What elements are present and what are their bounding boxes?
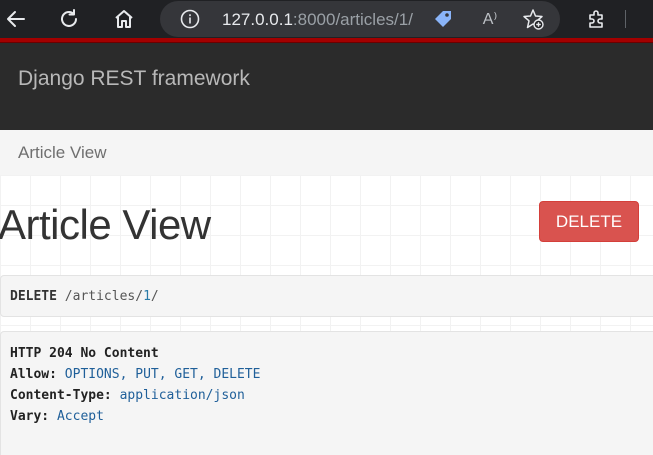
response-status-line: HTTP 204 No Content [10,346,159,361]
request-info: DELETE /articles/1/ [0,275,653,317]
site-navbar: Django REST framework [0,43,653,130]
tag-icon[interactable] [432,8,454,35]
request-path: /articles/1/ [65,289,159,304]
breadcrumb-item-article-view[interactable]: Article View [18,143,107,163]
home-icon [115,10,133,28]
read-aloud-button[interactable]: A⁾ [476,5,504,33]
request-line: DELETE /articles/1/ [10,289,159,304]
home-button[interactable] [110,5,138,33]
info-icon[interactable] [180,9,200,34]
brand-link[interactable]: Django REST framework [18,67,250,91]
read-aloud-icon: A⁾ [482,11,498,28]
page-title: Article View [0,201,211,248]
back-button[interactable] [2,5,30,33]
url-text[interactable]: 127.0.0.1:8000/articles/1/ [222,10,413,30]
extensions-button[interactable] [582,5,610,33]
toolbar-divider [625,10,626,28]
url-host: 127.0.0.1 [222,10,293,29]
breadcrumb: Article View [0,130,653,175]
header-value: Accept [56,409,104,424]
request-method: DELETE [10,289,57,304]
request-path-suffix: / [150,289,159,304]
reload-icon [61,9,77,27]
response-info: HTTP 204 No Content Allow: OPTIONS, PUT,… [0,331,653,455]
request-path-prefix: /articles/ [64,289,144,304]
delete-button[interactable]: DELETE [539,201,639,242]
url-path: :8000/articles/1/ [292,10,413,29]
back-arrow-icon [7,11,25,27]
add-favorite-button[interactable] [519,5,547,33]
response-header-vary: Vary: Accept [10,409,104,424]
reload-button[interactable] [55,5,83,33]
header-key: Allow: [10,367,57,382]
extensions-icon [589,10,603,28]
header-key: Vary: [10,409,50,424]
header-key: Content-Type: [10,388,112,403]
response-header-content-type: Content-Type: application/json [10,388,245,403]
header-value: application/json [119,388,245,403]
response-header-allow: Allow: OPTIONS, PUT, GET, DELETE [10,367,260,382]
favorites-add-icon [523,9,544,30]
header-value: OPTIONS, PUT, GET, DELETE [64,367,261,382]
response-status: HTTP 204 No Content [10,346,159,361]
browser-toolbar: 127.0.0.1:8000/articles/1/ A⁾ [0,0,653,38]
request-path-id: 1 [143,289,151,304]
